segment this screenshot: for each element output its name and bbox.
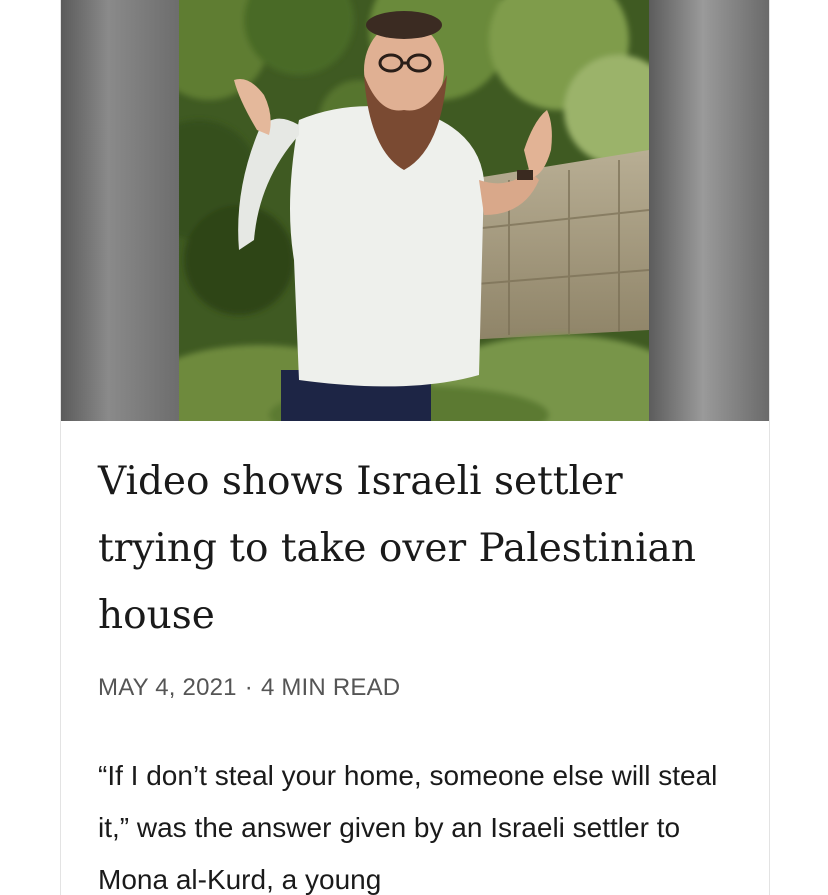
article-meta: MAY 4, 2021 · 4 MIN READ — [98, 673, 400, 703]
publish-date: MAY 4, 2021 — [98, 674, 237, 701]
article-excerpt: “If I don’t steal your home, someone els… — [98, 760, 718, 895]
hero-image[interactable] — [61, 0, 769, 421]
video-still-photo — [179, 0, 649, 421]
article-card[interactable]: Video shows Israeli settler trying to ta… — [60, 0, 770, 895]
article-title[interactable]: Video shows Israeli settler trying to ta… — [98, 448, 738, 649]
page: Video shows Israeli settler trying to ta… — [0, 0, 828, 895]
hero-blur-right — [649, 0, 769, 421]
read-time: 4 MIN READ — [260, 674, 401, 701]
meta-separator: · — [244, 674, 253, 701]
hero-blur-left — [61, 0, 179, 421]
